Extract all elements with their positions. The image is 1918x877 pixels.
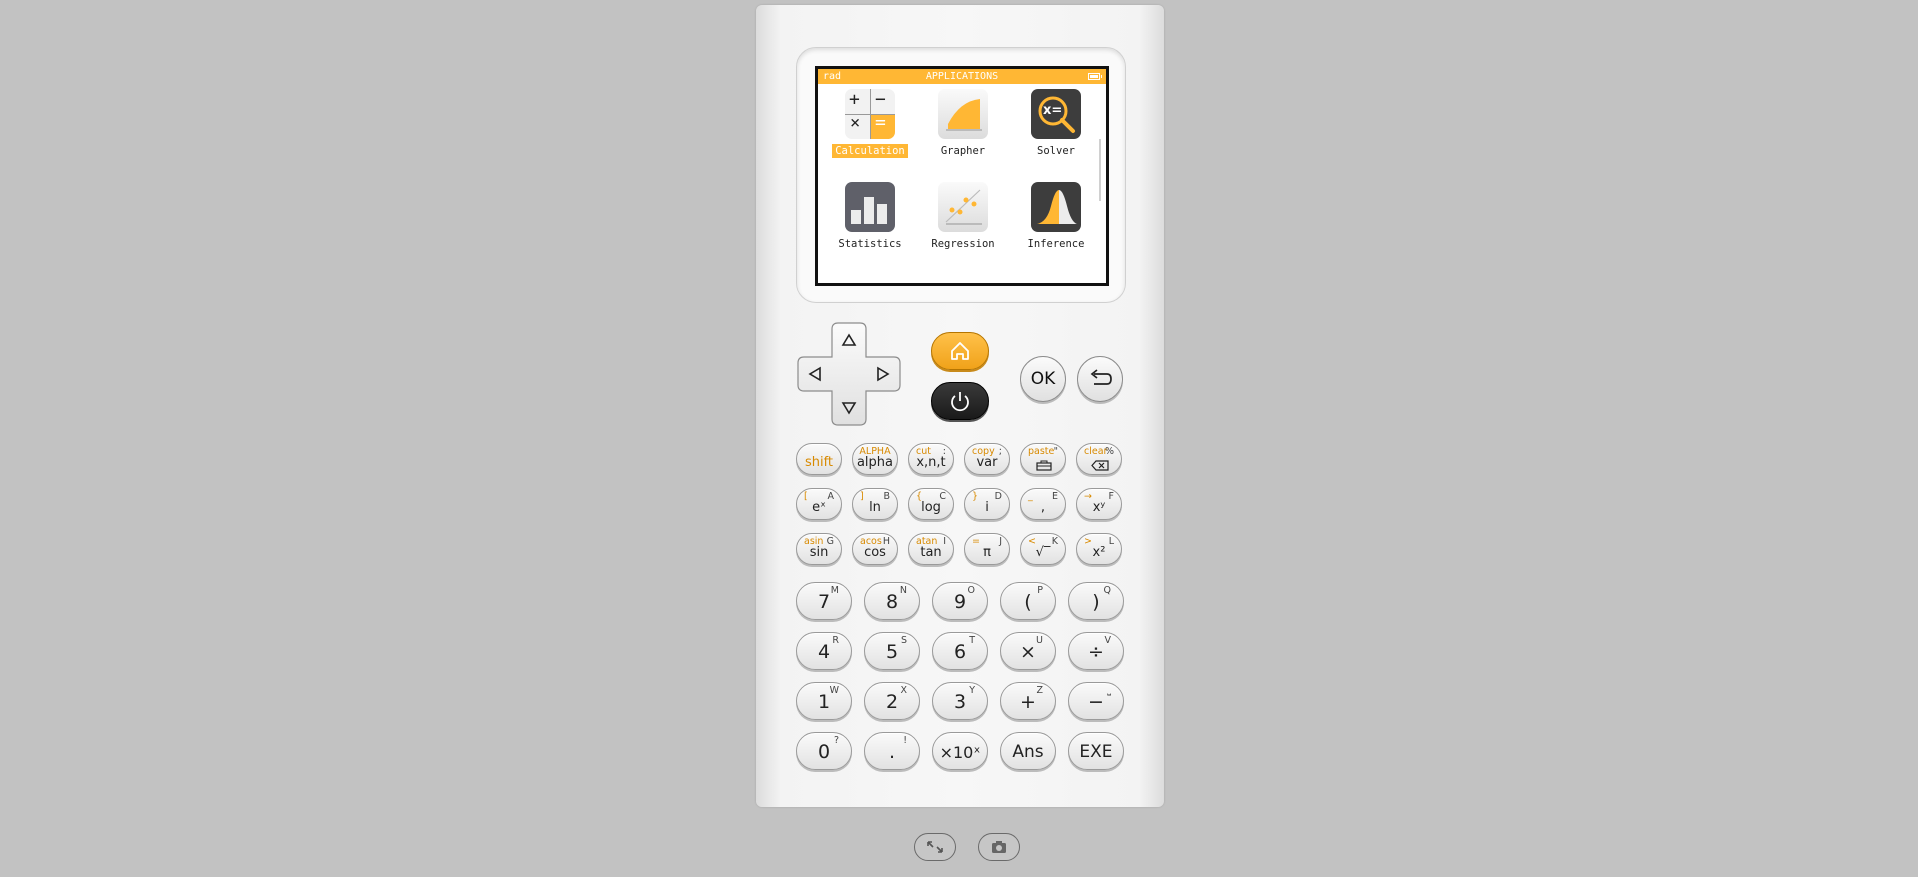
- key-5[interactable]: S5: [864, 632, 920, 670]
- back-button[interactable]: [1077, 356, 1123, 402]
- key-7[interactable]: M7: [796, 582, 852, 620]
- app-statistics[interactable]: Statistics: [825, 182, 915, 251]
- key-ans[interactable]: Ans: [1000, 732, 1056, 770]
- ok-label: OK: [1030, 369, 1056, 389]
- key-close-paren[interactable]: Q): [1068, 582, 1124, 620]
- power-icon: [951, 392, 969, 412]
- key-open-paren[interactable]: P(: [1000, 582, 1056, 620]
- key-divide[interactable]: V ÷: [1068, 632, 1124, 670]
- key-0[interactable]: ? 0: [796, 732, 852, 770]
- grapher-icon: [938, 89, 988, 139]
- expand-icon: [927, 841, 943, 853]
- key-ee[interactable]: ×10ˣ: [932, 732, 988, 770]
- screenshot-button[interactable]: [978, 833, 1020, 861]
- square-key[interactable]: > L x²: [1076, 533, 1122, 565]
- screen-bezel: rad APPLICATIONS + − × = Calculation Gra…: [796, 47, 1126, 303]
- app-label-grapher: Grapher: [940, 145, 986, 157]
- home-icon: [951, 342, 969, 360]
- calculation-icon: + − × =: [845, 89, 895, 139]
- app-label-solver: Solver: [1037, 145, 1075, 157]
- key-exe[interactable]: EXE: [1068, 732, 1124, 770]
- shift-key[interactable]: shift: [796, 443, 842, 475]
- ln-key[interactable]: ] B ln: [852, 488, 898, 520]
- home-button[interactable]: [931, 332, 989, 370]
- app-label-inference: Inference: [1027, 238, 1085, 250]
- xnt-key[interactable]: cut : x,n,t: [908, 443, 954, 475]
- app-regression[interactable]: Regression: [918, 182, 1008, 251]
- app-label-statistics: Statistics: [838, 238, 902, 250]
- app-grapher[interactable]: Grapher: [918, 89, 1008, 158]
- back-icon: [1090, 369, 1112, 385]
- key-multiply[interactable]: U ×: [1000, 632, 1056, 670]
- exp-key[interactable]: [ A eˣ: [796, 488, 842, 520]
- app-inference[interactable]: Inference: [1011, 182, 1101, 251]
- backspace-key[interactable]: clear %: [1076, 443, 1122, 475]
- power-xy-key[interactable]: → F xʸ: [1076, 488, 1122, 520]
- app-calculation[interactable]: + − × = Calculation: [825, 89, 915, 158]
- regression-icon: [938, 182, 988, 232]
- key-9[interactable]: O9: [932, 582, 988, 620]
- log-key[interactable]: { C log: [908, 488, 954, 520]
- key-2[interactable]: X2: [864, 682, 920, 720]
- app-label-calculation: Calculation: [832, 144, 908, 158]
- key-minus[interactable]: ⎵ −: [1068, 682, 1124, 720]
- tan-key[interactable]: atan I tan: [908, 533, 954, 565]
- calculator-screen: rad APPLICATIONS + − × = Calculation Gra…: [815, 66, 1109, 286]
- cos-key[interactable]: acos H cos: [852, 533, 898, 565]
- backspace-icon: [1091, 460, 1109, 471]
- calculator-body: rad APPLICATIONS + − × = Calculation Gra…: [756, 5, 1164, 807]
- alpha-key[interactable]: ALPHA alpha: [852, 443, 898, 475]
- toolbox-icon: [1036, 460, 1052, 471]
- status-bar: rad APPLICATIONS: [818, 69, 1106, 84]
- inference-icon: [1031, 182, 1081, 232]
- key-1[interactable]: W1: [796, 682, 852, 720]
- dpad[interactable]: [796, 321, 902, 427]
- key-8[interactable]: N8: [864, 582, 920, 620]
- key-plus[interactable]: Z +: [1000, 682, 1056, 720]
- scrollbar[interactable]: [1099, 139, 1101, 201]
- app-solver[interactable]: x= Solver: [1011, 89, 1101, 158]
- imaginary-key[interactable]: } D i: [964, 488, 1010, 520]
- sin-key[interactable]: asin G sin: [796, 533, 842, 565]
- key-6[interactable]: T6: [932, 632, 988, 670]
- battery-icon: [1088, 73, 1102, 80]
- pi-key[interactable]: = J π: [964, 533, 1010, 565]
- ok-button[interactable]: OK: [1020, 356, 1066, 402]
- comma-key[interactable]: _ E ,: [1020, 488, 1066, 520]
- app-label-regression: Regression: [931, 238, 995, 250]
- key-3[interactable]: Y3: [932, 682, 988, 720]
- screen-title: APPLICATIONS: [925, 71, 999, 82]
- camera-icon: [992, 841, 1006, 853]
- fullscreen-button[interactable]: [914, 833, 956, 861]
- toolbox-key[interactable]: paste ": [1020, 443, 1066, 475]
- statistics-icon: [845, 182, 895, 232]
- key-decimal[interactable]: !.: [864, 732, 920, 770]
- var-key[interactable]: copy ; var: [964, 443, 1010, 475]
- sqrt-key[interactable]: < K √‾: [1020, 533, 1066, 565]
- power-button[interactable]: [931, 382, 989, 420]
- key-4[interactable]: R4: [796, 632, 852, 670]
- solver-icon: x=: [1031, 89, 1081, 139]
